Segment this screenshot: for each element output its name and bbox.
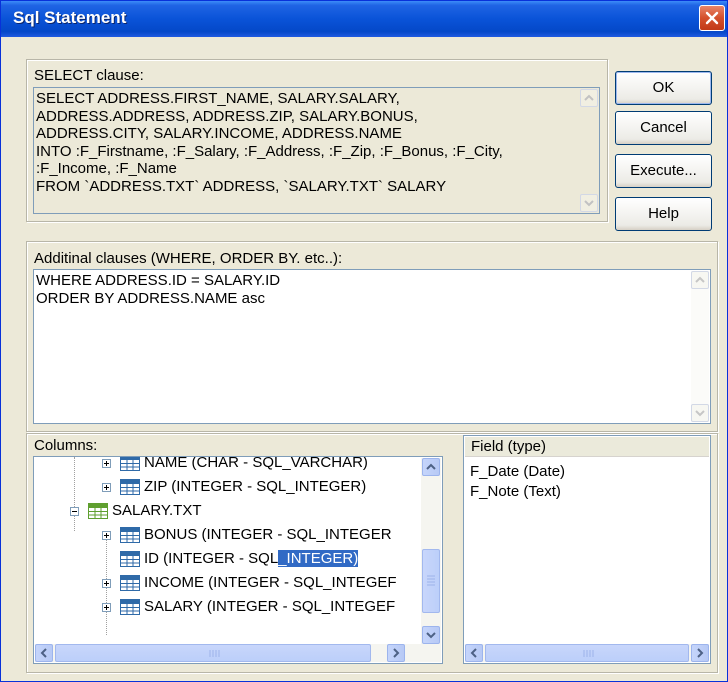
cancel-button[interactable]: Cancel [615,111,712,145]
scroll-right-button[interactable] [691,644,709,662]
chevron-down-icon [584,200,594,207]
scroll-up-button[interactable] [580,89,598,107]
tree-field-node[interactable]: NAME (CHAR - SQL_VARCHAR) [34,457,422,475]
scroll-down-button[interactable] [691,404,709,422]
column-icon [120,457,140,471]
select-clause-line: FROM `ADDRESS.TXT` ADDRESS, `SALARY.TXT`… [36,177,447,195]
close-button[interactable] [699,5,725,31]
additional-clause-line: WHERE ADDRESS.ID = SALARY.ID [36,272,281,289]
columns-tree-content: NAME (CHAR - SQL_VARCHAR) ZIP (INTEGER - … [34,457,422,643]
chevron-right-icon [697,648,704,658]
grip-icon [583,650,594,657]
select-clause-text[interactable]: SELECT ADDRESS.FIRST_NAME, SALARY.SALARY… [33,87,600,214]
scroll-up-button[interactable] [691,271,709,289]
tree-field-node[interactable]: INCOME (INTEGER - SQL_INTEGEF [34,571,422,595]
field-items: F_Date (Date) F_Note (Text) [470,462,565,502]
tree-node-label: BONUS (INTEGER - SQL_INTEGER [144,526,392,543]
select-clause-line: ADDRESS.CITY, SALARY.INCOME, ADDRESS.NAM… [36,125,402,142]
collapse-icon[interactable] [70,507,79,516]
columns-vscrollbar[interactable] [421,458,441,644]
field-item[interactable]: F_Date (Date) [470,462,565,482]
scroll-right-button[interactable] [387,644,405,662]
select-clause-line: SELECT ADDRESS.FIRST_NAME, SALARY.SALARY… [36,90,400,107]
help-button[interactable]: Help [615,197,712,231]
expand-icon[interactable] [102,483,111,492]
expand-icon[interactable] [102,603,111,612]
scroll-left-button[interactable] [465,644,483,662]
column-icon [120,599,140,615]
grip-icon [427,575,435,586]
expand-icon[interactable] [102,579,111,588]
tree-table-node[interactable]: SALARY.TXT [34,499,422,523]
column-icon [120,479,140,495]
window-title: Sql Statement [13,8,127,27]
chevron-up-icon [426,463,436,470]
select-clause-lines: SELECT ADDRESS.FIRST_NAME, SALARY.SALARY… [36,90,503,195]
column-icon [120,527,140,543]
select-clause-scrollbar[interactable] [580,89,598,212]
execute-button[interactable]: Execute... [615,154,712,188]
tree-node-label: INCOME (INTEGER - SQL_INTEGEF [144,574,397,591]
scroll-thumb[interactable] [422,549,440,613]
tree-node-label: SALARY (INTEGER - SQL_INTEGEF [144,598,396,615]
select-clause-line: ADDRESS.ADDRESS, ADDRESS.ZIP, SALARY.BON… [36,107,418,125]
expand-icon[interactable] [102,459,111,468]
tree-field-node[interactable]: ID (INTEGER - SQL_INTEGER) [34,547,422,571]
select-clause-line: :F_Income, :F_Name [36,160,177,177]
additional-clauses-textarea[interactable]: WHERE ADDRESS.ID = SALARY.ID ORDER BY ADD… [33,269,711,424]
field-item[interactable]: F_Note (Text) [470,482,565,502]
tree-node-label: NAME (CHAR - SQL_VARCHAR) [144,457,368,471]
grip-icon [209,650,220,657]
scroll-left-button[interactable] [35,644,53,662]
scroll-down-button[interactable] [422,626,440,644]
chevron-down-icon [695,410,705,417]
scroll-up-button[interactable] [422,458,440,476]
sql-statement-dialog: Sql Statement SELECT clause: SELECT ADDR… [0,0,728,682]
tree-field-node[interactable]: SALARY (INTEGER - SQL_INTEGEF [34,595,422,619]
chevron-left-icon [40,648,47,658]
columns-hscrollbar[interactable] [35,644,441,662]
table-icon [88,503,108,519]
tree-field-node[interactable]: ZIP (INTEGER - SQL_INTEGER) [34,475,422,499]
additional-clauses-lines: WHERE ADDRESS.ID = SALARY.ID ORDER BY ADD… [36,272,280,307]
field-type-header[interactable]: Field (type) [465,437,709,457]
additional-clauses-scrollbar[interactable] [691,271,709,422]
select-clause-line: INTO :F_Firstname, :F_Salary, :F_Address… [36,142,503,160]
scroll-down-button[interactable] [580,194,598,212]
ok-button[interactable]: OK [615,71,712,105]
close-icon [705,11,719,25]
columns-tree[interactable]: NAME (CHAR - SQL_VARCHAR) ZIP (INTEGER - … [33,456,443,664]
tree-node-label: ZIP (INTEGER - SQL_INTEGER) [144,478,367,495]
hscroll-thumb[interactable] [55,644,371,662]
chevron-left-icon [470,648,477,658]
column-icon [120,575,140,591]
select-clause-label: SELECT clause: [34,67,144,84]
fields-list[interactable]: Field (type) F_Date (Date) F_Note (Text) [463,435,711,664]
expand-icon[interactable] [102,531,111,540]
tree-field-node[interactable]: BONUS (INTEGER - SQL_INTEGER [34,523,422,547]
fields-hscrollbar[interactable] [465,644,709,662]
title-bar[interactable]: Sql Statement [1,1,727,37]
hscroll-thumb[interactable] [485,644,689,662]
chevron-up-icon [584,94,594,101]
chevron-right-icon [393,648,400,658]
tree-node-label: SALARY.TXT [112,502,202,519]
columns-label: Columns: [34,437,98,454]
column-icon [120,551,140,567]
chevron-down-icon [426,632,436,639]
tree-node-label: ID (INTEGER - SQL_INTEGER) [144,550,359,567]
additional-clauses-label: Additinal clauses (WHERE, ORDER BY. etc.… [34,250,343,267]
chevron-up-icon [695,276,705,283]
selected-text: _INTEGER) [278,550,359,567]
additional-clause-line: ORDER BY ADDRESS.NAME asc [36,289,265,307]
